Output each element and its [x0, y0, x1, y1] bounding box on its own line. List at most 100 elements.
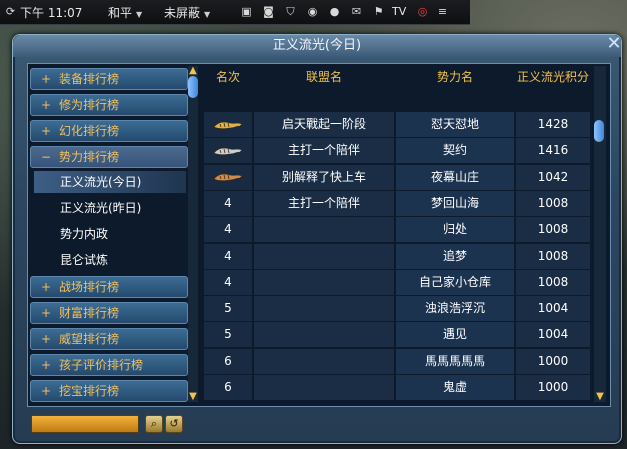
faction-cell: 追梦: [396, 243, 514, 269]
chevron-down-icon[interactable]: ▼: [188, 392, 198, 402]
category-prestige[interactable]: + 威望排行榜: [30, 328, 188, 350]
rank-value: 4: [224, 274, 232, 289]
magnifier-icon: ⌕: [150, 417, 158, 430]
running-person-icon[interactable]: ⚑: [372, 5, 385, 18]
alliance-cell: [254, 243, 394, 269]
tiger-rank-icon: [213, 121, 243, 129]
tv-button[interactable]: TV: [392, 5, 406, 18]
table-row[interactable]: 5 浊浪浩浮沉 1004: [204, 296, 590, 322]
reset-button[interactable]: ↺: [165, 415, 183, 433]
faction-cell: 怼天怼地: [396, 112, 514, 137]
message-icon[interactable]: ✉: [350, 5, 363, 18]
category-children[interactable]: + 孩子评价排行榜: [30, 354, 188, 376]
top-status-bar: ⟳ 下午 11:07 和平 ▼ 未屏蔽 ▼ ▣ ◙ ⛉ ◉ ● ✉ ⚑ TV ◎ ≡: [0, 0, 470, 25]
screen-icon[interactable]: ▣: [240, 5, 253, 18]
category-label: 修为排行榜: [59, 98, 120, 112]
header-score: 正义流光积分: [516, 70, 589, 84]
alliance-cell: [254, 322, 394, 348]
expand-icon: +: [41, 72, 52, 86]
table-row[interactable]: 启天戰起一阶段 怼天怼地 1428: [204, 112, 590, 137]
faction-cell: 浊浪浩浮沉: [396, 296, 514, 322]
faction-cell: 鬼虚: [396, 375, 514, 400]
score-cell: 1042: [516, 164, 590, 190]
table-row[interactable]: 6 鬼虚 1000: [204, 375, 590, 400]
alliance-cell: [254, 217, 394, 243]
chevron-down-icon: ▼: [204, 10, 211, 19]
category-equipment[interactable]: + 装备排行榜: [30, 68, 188, 90]
window-title: 正义流光(今日): [13, 35, 621, 57]
category-faction[interactable]: − 势力排行榜: [30, 146, 188, 168]
collapse-icon: −: [41, 150, 52, 164]
score-cell: 1008: [516, 190, 590, 216]
rank-cell: [204, 138, 252, 164]
faction-cell: 馬馬馬馬馬: [396, 348, 514, 374]
expand-icon: +: [41, 358, 52, 372]
score-cell: 1008: [516, 269, 590, 295]
rank-cell: 5: [204, 296, 252, 322]
category-label: 幻化排行榜: [59, 124, 120, 138]
category-wealth[interactable]: + 财富排行榜: [30, 302, 188, 324]
category-treasure[interactable]: + 挖宝排行榜: [30, 380, 188, 402]
table-scrollbar[interactable]: ▼: [594, 66, 606, 402]
table-row[interactable]: 4 归处 1008: [204, 217, 590, 243]
block-dropdown[interactable]: 未屏蔽 ▼: [164, 4, 210, 21]
score-cell: 1004: [516, 322, 590, 348]
ranking-category-list: + 装备排行榜 + 修为排行榜 + 幻化排行榜 − 势力排行榜 正义流光(今日) 正义流…: [30, 66, 190, 404]
menu-icon[interactable]: ≡: [436, 5, 449, 18]
table-row[interactable]: 别解释了快上车 夜幕山庄 1042: [204, 164, 590, 190]
table-row[interactable]: 6 馬馬馬馬馬 1000: [204, 348, 590, 374]
category-transform[interactable]: + 幻化排行榜: [30, 120, 188, 142]
faction-cell: 夜幕山庄: [396, 164, 514, 190]
table-row[interactable]: 5 遇见 1004: [204, 322, 590, 348]
rank-value: 6: [224, 380, 232, 394]
close-icon[interactable]: ✕: [603, 33, 625, 55]
shield-icon[interactable]: ⛉: [284, 5, 297, 18]
alliance-cell: 别解释了快上车: [254, 164, 394, 190]
table-row[interactable]: 主打一个陪伴 契约 1416: [204, 138, 590, 164]
alliance-cell: 主打一个陪伴: [254, 138, 394, 164]
table-scroll-thumb[interactable]: [594, 120, 604, 142]
block-label: 未屏蔽: [164, 6, 201, 20]
ranking-window: 正义流光(今日) ✕ + 装备排行榜 + 修为排行榜 + 幻化排行榜 − 势力排行榜 正…: [12, 33, 625, 444]
chevron-up-icon[interactable]: ▲: [188, 66, 198, 76]
rank-cell: 6: [204, 348, 252, 374]
subitem-justice-yesterday[interactable]: 正义流光(昨日): [34, 197, 186, 219]
rank-value: 5: [224, 301, 232, 316]
category-label: 装备排行榜: [59, 72, 120, 86]
table-row[interactable]: 4 自己家小仓库 1008: [204, 269, 590, 295]
category-label: 财富排行榜: [59, 306, 120, 320]
score-cell: 1008: [516, 243, 590, 269]
record-icon[interactable]: ◉: [306, 5, 319, 18]
subitem-faction-affairs[interactable]: 势力内政: [34, 223, 186, 245]
refresh-icon[interactable]: ⟳: [4, 5, 17, 18]
search-button[interactable]: ⌕: [145, 415, 163, 433]
score-cell: 1008: [516, 217, 590, 243]
score-cell: 1000: [516, 348, 590, 374]
camera-icon[interactable]: ◙: [262, 5, 275, 18]
alliance-cell: [254, 375, 394, 400]
subitem-label: 势力内政: [60, 227, 109, 241]
category-cultivation[interactable]: + 修为排行榜: [30, 94, 188, 116]
netease-logo-icon[interactable]: ◎: [416, 5, 429, 18]
category-label: 挖宝排行榜: [59, 384, 120, 398]
subitem-label: 昆仑试炼: [60, 253, 109, 267]
sidebar-scrollbar[interactable]: ▲ ▼: [188, 66, 198, 402]
rank-cell: 4: [204, 269, 252, 295]
sidebar-scroll-thumb[interactable]: [188, 76, 198, 98]
alliance-cell: [254, 296, 394, 322]
subitem-justice-today[interactable]: 正义流光(今日): [34, 171, 186, 193]
alliance-cell: 启天戰起一阶段: [254, 112, 394, 137]
chevron-down-icon[interactable]: ▼: [594, 392, 606, 402]
table-row[interactable]: 4 主打一个陪伴 梦回山海 1008: [204, 190, 590, 216]
faction-cell: 梦回山海: [396, 190, 514, 216]
tiger-rank-icon: [213, 147, 243, 155]
pk-mode-dropdown[interactable]: 和平 ▼: [108, 4, 142, 21]
subitem-kunlun-trial[interactable]: 昆仑试炼: [34, 249, 186, 271]
rank-cell: 4: [204, 243, 252, 269]
chat-icon[interactable]: ●: [328, 5, 341, 18]
score-cell: 1416: [516, 138, 590, 164]
table-row[interactable]: 4 追梦 1008: [204, 243, 590, 269]
search-input[interactable]: [31, 415, 139, 433]
alliance-cell: 主打一个陪伴: [254, 190, 394, 216]
category-battlefield[interactable]: + 战场排行榜: [30, 276, 188, 298]
